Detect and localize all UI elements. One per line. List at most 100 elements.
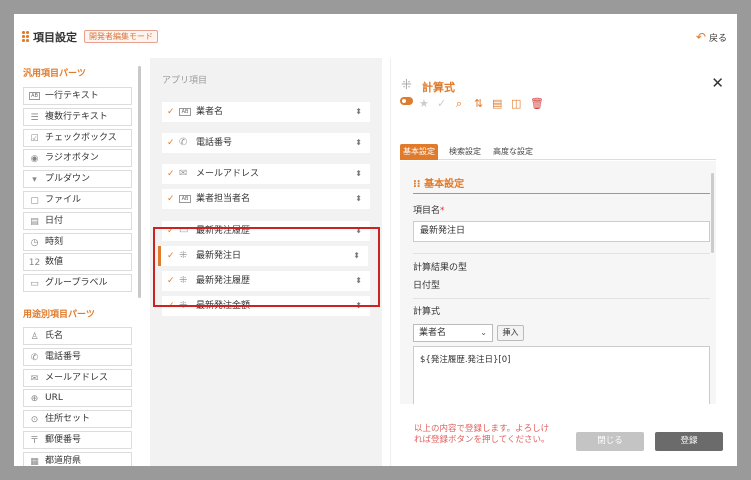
drag-sort-icon[interactable]: ⬍ [355,189,362,209]
part-label: 電話番号 [45,351,82,362]
app-item-label: メールアドレス [196,169,260,179]
back-button[interactable]: ↶ 戻る [696,30,727,44]
part-number[interactable]: 12 数値 [23,253,132,272]
check-icon: ✓ [167,194,175,204]
drag-sort-icon[interactable]: ⬍ [355,164,362,184]
part-checkbox[interactable]: ☑ チェックボックス [23,128,132,147]
star-icon[interactable]: ★ [419,97,429,111]
columns-icon[interactable]: ◫ [511,97,521,111]
tab-basic[interactable]: 基本設定 [400,144,438,160]
part-label: 日付 [45,215,64,226]
highlight-box [153,227,380,307]
part-clock[interactable]: ◷ 時刻 [23,232,132,251]
settings-tabs: 基本設定 検索設定 高度な設定 [400,144,716,160]
part-multiline-text[interactable]: ☰ 複数行テキスト [23,107,132,126]
part-label: グループラベル [45,278,108,289]
folder-icon: ▭ [30,279,39,290]
register-button[interactable]: 登録 [655,432,723,451]
mail-icon: ✉ [179,168,188,179]
list-icon[interactable]: ▤ [492,97,502,111]
part-folder[interactable]: ▭ グループラベル [23,274,132,293]
check-icon: ✓ [167,169,175,179]
insert-button[interactable]: 挿入 [497,325,524,341]
dropdown-icon: ▾ [32,175,37,186]
app-frame: 項目設定 開発者編集モード ↶ 戻る 汎用項目パーツ AB 一行テキスト ☰ 複数行テキ… [14,14,737,466]
toggle-icon[interactable] [400,97,413,105]
part-radio[interactable]: ◉ ラジオボタン [23,149,132,168]
part-label: URL [45,393,63,404]
part-label: ファイル [45,195,82,205]
part-label: チェックボックス [45,132,117,143]
check-icon[interactable]: ✓ [437,97,446,111]
clock-icon: ◷ [30,237,39,248]
part-globe[interactable]: ⊕ URL [23,389,132,408]
register-note: 以上の内容で登録します。よろしければ登録ボタンを押してください。 [414,424,550,445]
text-field-icon: AB [179,195,191,203]
part-label: メールアドレス [45,372,109,383]
location-icon: ⊙ [30,415,39,426]
page-title: 項目設定 [33,31,77,44]
formula-label: 計算式 [413,307,441,317]
part-person[interactable]: ♙ 氏名 [23,327,132,345]
result-type-value: 日付型 [413,281,441,291]
part-prefecture[interactable]: ▦ 都道府県 [23,451,132,466]
part-label: 都道府県 [45,455,82,466]
tab-search[interactable]: 検索設定 [446,144,484,160]
parts-scrollbar[interactable] [138,66,141,298]
check-icon: ✓ [167,107,175,117]
app-items-heading: アプリ項目 [162,76,208,86]
part-location[interactable]: ⊙ 住所セット [23,410,132,429]
drag-sort-icon[interactable]: ⬍ [355,102,362,122]
calendar-icon: ▤ [30,216,39,227]
part-label: 郵便番号 [45,435,82,445]
app-item[interactable]: ✓ AB 業者担当者名 ⬍ [162,189,370,209]
field-name-label: 項目名* [413,206,445,216]
grip-icon [22,31,30,42]
file-icon: ▢ [30,196,39,206]
postal-icon: 〒 [29,436,39,446]
part-postal[interactable]: 〒郵便番号 [23,431,132,449]
part-label: 一行テキスト [45,91,99,101]
app-item-label: 業者担当者名 [196,194,251,204]
field-name-input[interactable]: 最新発注日 [413,221,710,242]
part-dropdown[interactable]: ▾ プルダウン [23,170,132,189]
part-phone[interactable]: ✆ 電話番号 [23,347,132,366]
part-label: 住所セット [45,414,91,425]
part-label: プルダウン [45,174,91,185]
part-mail[interactable]: ✉ メールアドレス [23,368,132,387]
part-calendar[interactable]: ▤ 日付 [23,211,132,230]
checkbox-icon: ☑ [30,133,39,144]
drag-sort-icon[interactable]: ⬍ [355,133,362,153]
check-icon: ✓ [167,138,175,148]
section-title: ⁝⁝ 基本設定 [413,179,465,190]
close-icon[interactable]: ✕ [711,74,724,92]
radio-icon: ◉ [30,154,39,165]
formula-field-select[interactable]: 業者名 ⌄ [413,324,493,342]
part-text-field[interactable]: AB 一行テキスト [23,87,132,105]
part-label: 数値 [45,257,64,268]
part-file[interactable]: ▢ ファイル [23,191,132,209]
person-icon: ♙ [30,332,39,342]
phone-icon: ✆ [179,137,188,148]
formula-textarea[interactable]: ${発注履歴.発注日}[0] [413,346,710,404]
sort-icon[interactable]: ⇅ [474,97,483,111]
multiline-text-icon: ☰ [30,112,39,123]
back-label: 戻る [708,34,727,44]
app-items-panel: アプリ項目 ✓ AB 業者名 ⬍ ✓ ✆ 電話番号 ⬍ ✓ ✉ メールアドレス ⬍ ✓ AB 業者担当者名 ⬍… [150,58,382,466]
part-label: 時刻 [45,236,64,247]
general-parts-heading: 汎用項目パーツ [23,69,86,79]
app-item[interactable]: ✓ AB 業者名 ⬍ [162,102,370,122]
app-item[interactable]: ✓ ✉ メールアドレス ⬍ [162,164,370,184]
close-button[interactable]: 閉じる [576,432,644,451]
content-scrollbar[interactable] [711,173,714,253]
text-field-icon: AB [29,92,40,100]
app-item[interactable]: ✓ ✆ 電話番号 ⬍ [162,133,370,153]
app-item-label: 電話番号 [196,138,233,148]
trash-icon[interactable]: 🗑 [530,97,544,111]
tab-advanced[interactable]: 高度な設定 [490,144,536,160]
specific-parts-heading: 用途別項目パーツ [23,310,95,320]
prefecture-icon: ▦ [30,456,39,466]
search-icon[interactable]: ⌕ [456,97,462,111]
settings-title: 計算式 [422,81,455,94]
settings-content: ⁝⁝ 基本設定 項目名* 最新発注日 計算結果の型 日付型 計算式 業者名 ⌄ 挿… [400,161,716,404]
